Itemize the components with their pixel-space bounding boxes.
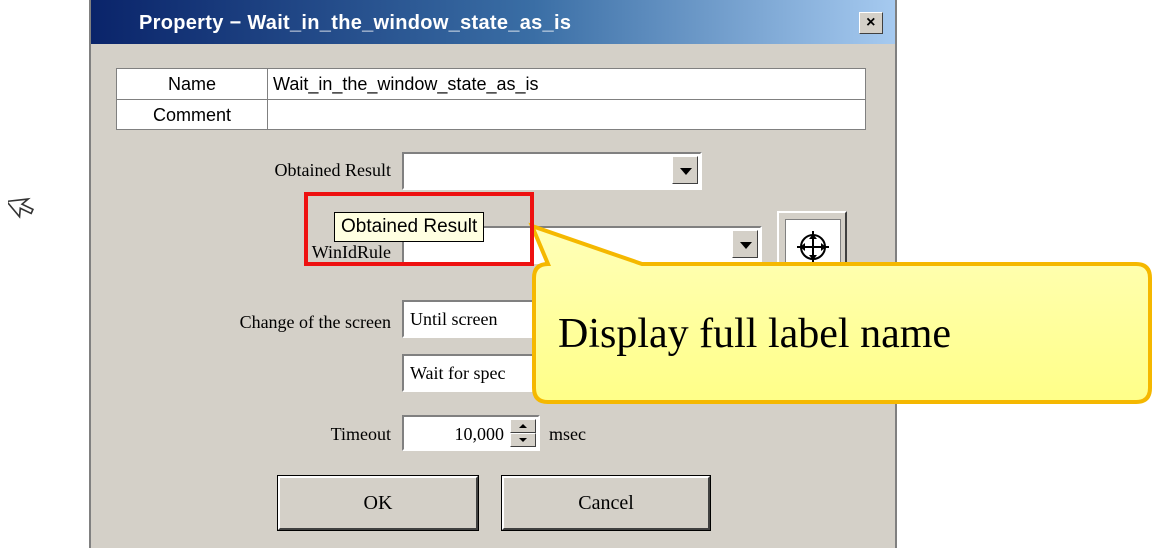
crosshair-target-icon xyxy=(797,231,829,263)
timeout-value: 10,000 xyxy=(454,424,505,444)
label-tooltip: Obtained Result xyxy=(334,212,485,242)
chevron-down-icon[interactable] xyxy=(732,230,758,258)
name-value[interactable]: Wait_in_the_window_state_as_is xyxy=(273,69,539,99)
timeout-unit: msec xyxy=(549,424,586,444)
comment-label: Comment xyxy=(117,100,268,130)
dialog-title: Property − Wait_in_the_window_state_as_i… xyxy=(139,12,572,34)
chevron-down-icon[interactable] xyxy=(672,156,698,184)
cancel-button[interactable]: Cancel xyxy=(501,475,711,531)
wait-mode-value: Wait for spec xyxy=(410,363,506,383)
name-row: Name Wait_in_the_window_state_as_is xyxy=(117,69,865,100)
obtained-result-label: Obtained Result xyxy=(274,160,391,180)
name-comment-table: Name Wait_in_the_window_state_as_is Comm… xyxy=(116,68,866,130)
title-bar[interactable]: Property − Wait_in_the_window_state_as_i… xyxy=(91,0,895,44)
timeout-label: Timeout xyxy=(330,424,391,444)
window-target-button[interactable] xyxy=(777,211,847,281)
name-label: Name xyxy=(117,69,268,99)
arrow-cursor-icon xyxy=(8,197,35,219)
comment-row: Comment xyxy=(117,100,865,130)
change-of-screen-value: Until screen xyxy=(410,309,498,329)
property-dialog: Property − Wait_in_the_window_state_as_i… xyxy=(89,0,897,548)
obtained-result-select[interactable] xyxy=(402,152,702,190)
spin-arrows-icon[interactable] xyxy=(510,419,536,447)
timeout-input[interactable]: 10,000 xyxy=(402,415,540,451)
ok-button[interactable]: OK xyxy=(277,475,479,531)
spin-up-button[interactable] xyxy=(510,419,536,433)
spin-down-button[interactable] xyxy=(510,433,536,447)
change-of-screen-label: Change of the screen xyxy=(239,312,391,332)
callout-text: Display full label name xyxy=(558,311,952,357)
close-button[interactable]: × xyxy=(859,12,883,34)
target-icon-frame xyxy=(785,219,841,275)
